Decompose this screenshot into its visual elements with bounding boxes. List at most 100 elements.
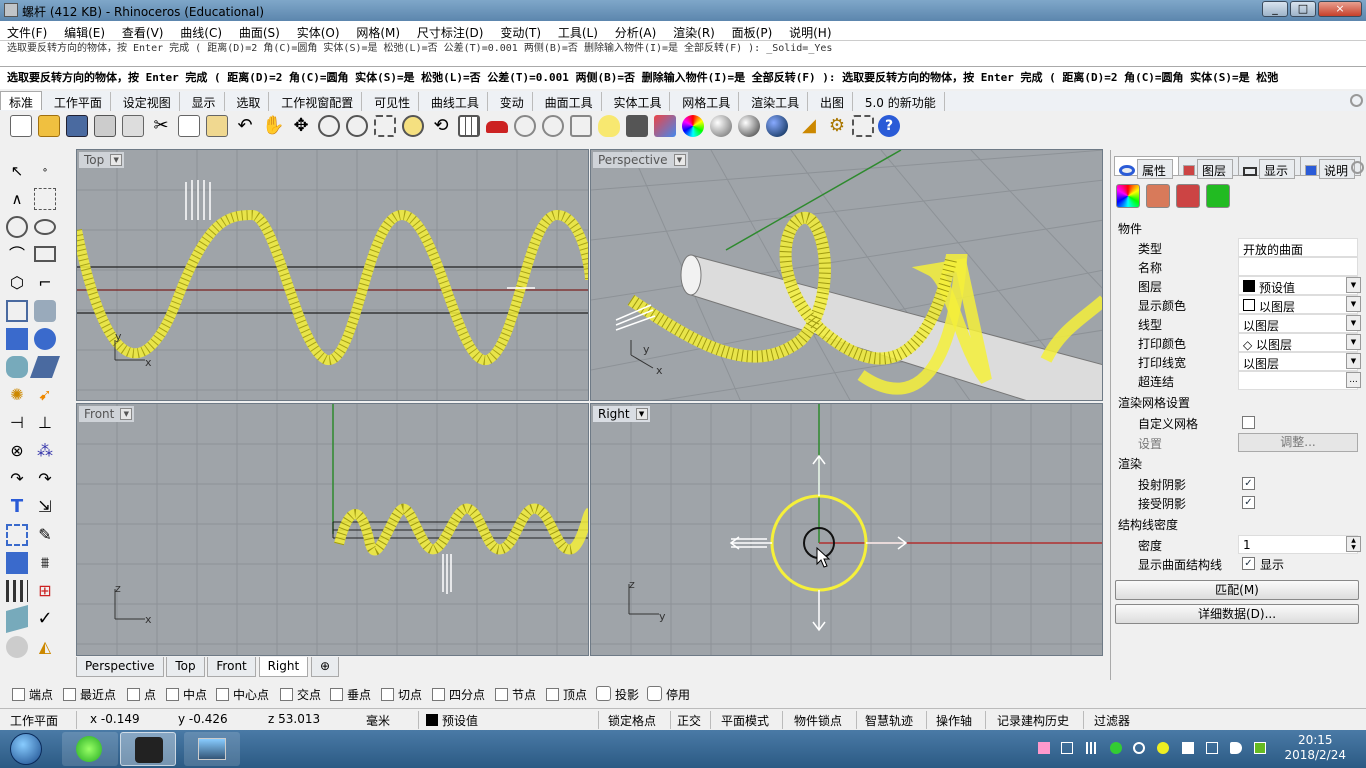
- new-file-icon[interactable]: [10, 115, 32, 137]
- sphere-solid-icon[interactable]: [34, 328, 56, 350]
- tab-solid-tools[interactable]: 实体工具: [605, 92, 671, 111]
- chamfer-icon[interactable]: ↷: [34, 468, 56, 490]
- help-icon[interactable]: ?: [878, 115, 900, 137]
- status-filter[interactable]: 过滤器: [1094, 712, 1130, 729]
- check-icon[interactable]: ✓: [34, 608, 56, 630]
- checkbox[interactable]: [546, 688, 559, 701]
- checkbox[interactable]: [381, 688, 394, 701]
- pan-hand-icon[interactable]: ✋: [262, 115, 284, 137]
- osnap-center[interactable]: 中心点: [216, 686, 269, 703]
- box-solid-icon[interactable]: [6, 328, 28, 350]
- split-icon[interactable]: ⊣: [6, 412, 28, 434]
- material-icon[interactable]: [1146, 184, 1170, 208]
- prop-value-display-color[interactable]: 以图层: [1238, 295, 1358, 314]
- prop-value-hyperlink[interactable]: [1238, 371, 1358, 390]
- start-button[interactable]: [2, 730, 50, 768]
- checkbox[interactable]: [280, 688, 293, 701]
- analyze-icon[interactable]: [6, 636, 28, 658]
- paint-icon[interactable]: ◭: [34, 636, 56, 658]
- status-layer[interactable]: 预设值: [442, 712, 478, 729]
- explode-icon[interactable]: ⁂: [34, 440, 56, 462]
- edit-icon[interactable]: ✎: [34, 524, 56, 546]
- select-arrow-icon[interactable]: ↖: [6, 160, 28, 182]
- ground-plane-icon[interactable]: ⩩: [34, 552, 56, 574]
- transform-arrow-icon[interactable]: ➹: [34, 384, 56, 406]
- car-named-view-icon[interactable]: [486, 121, 508, 133]
- dimension-icon[interactable]: [852, 115, 874, 137]
- taskbar-app-rhino[interactable]: [120, 732, 176, 766]
- match-button[interactable]: 匹配(M): [1115, 580, 1359, 600]
- menu-file[interactable]: 文件(F): [0, 21, 53, 41]
- prop-row-hyperlink[interactable]: 超连结...: [1116, 371, 1361, 390]
- tab-display[interactable]: 显示: [184, 92, 225, 111]
- checkbox[interactable]: [127, 688, 140, 701]
- prop-value-print-color[interactable]: ◇ 以图层: [1238, 333, 1358, 352]
- cast-shadows-checkbox[interactable]: ✓: [1242, 477, 1255, 490]
- tab-surface-tools[interactable]: 曲面工具: [537, 92, 602, 111]
- menu-curve[interactable]: 曲线(C): [173, 21, 228, 41]
- zoom-selected-icon[interactable]: [402, 115, 424, 137]
- tab-viewport-layout[interactable]: 工作视窗配置: [273, 92, 363, 111]
- color-wheel-icon[interactable]: [682, 115, 704, 137]
- gear-icon[interactable]: [1351, 161, 1364, 174]
- grid-snap-icon[interactable]: [542, 115, 564, 137]
- status-planar[interactable]: 平面模式: [721, 712, 769, 729]
- tab-render-tools[interactable]: 渲染工具: [743, 92, 809, 111]
- save-icon[interactable]: [66, 115, 88, 137]
- zoom-window-icon[interactable]: [346, 115, 368, 137]
- scale-icon[interactable]: ⇲: [34, 496, 56, 518]
- block-icon[interactable]: [6, 552, 28, 574]
- show-isocurves-checkbox[interactable]: ✓: [1242, 557, 1255, 570]
- polyline-icon[interactable]: ∧: [6, 188, 28, 210]
- group-icon[interactable]: [6, 524, 28, 546]
- vptab-front[interactable]: Front: [207, 657, 256, 677]
- tray-icon[interactable]: [1133, 742, 1145, 754]
- cut-icon[interactable]: ✂: [150, 115, 172, 137]
- import-icon[interactable]: [122, 115, 144, 137]
- menu-analyze[interactable]: 分析(A): [608, 21, 663, 41]
- undo-icon[interactable]: ↶: [234, 115, 256, 137]
- density-stepper[interactable]: ▲ ▼: [1346, 536, 1361, 552]
- panel-tab-properties[interactable]: 属性: [1114, 156, 1180, 179]
- prop-value-layer[interactable]: 预设值: [1238, 276, 1358, 295]
- status-smarttrack[interactable]: 智慧轨迹: [865, 712, 913, 729]
- prop-value-print-width[interactable]: 以图层: [1238, 352, 1358, 371]
- menu-dimension[interactable]: 尺寸标注(D): [410, 21, 490, 41]
- status-ortho[interactable]: 正交: [677, 712, 701, 729]
- tab-select[interactable]: 选取: [228, 92, 270, 111]
- paint-bucket-icon[interactable]: ◢: [798, 115, 820, 137]
- osnap-tan[interactable]: 切点: [381, 686, 422, 703]
- menu-tools[interactable]: 工具(L): [551, 21, 604, 41]
- density-input[interactable]: 1: [1238, 535, 1358, 554]
- osnap-point[interactable]: 点: [127, 686, 156, 703]
- chevron-down-icon[interactable]: ▼: [1346, 296, 1361, 312]
- chevron-down-icon[interactable]: ▼: [120, 408, 133, 420]
- boolean-union-icon[interactable]: ⊗: [6, 440, 28, 462]
- tab-new-in-v5[interactable]: 5.0 的新功能: [857, 92, 945, 111]
- menu-solid[interactable]: 实体(O): [290, 21, 346, 41]
- osnap-knot[interactable]: 节点: [495, 686, 536, 703]
- menu-transform[interactable]: 变动(T): [493, 21, 547, 41]
- menu-mesh[interactable]: 网格(M): [349, 21, 406, 41]
- checkbox[interactable]: [216, 688, 229, 701]
- menu-render[interactable]: 渲染(R): [666, 21, 721, 41]
- viewport-title-top[interactable]: Top ▼: [79, 152, 125, 168]
- checkbox[interactable]: [596, 686, 611, 701]
- chevron-down-icon[interactable]: ▼: [673, 154, 686, 166]
- open-folder-icon[interactable]: [38, 115, 60, 137]
- mesh-plane-icon[interactable]: [29, 356, 61, 378]
- select-filter-icon[interactable]: [570, 115, 592, 137]
- fillet-edge-icon[interactable]: ↷: [6, 468, 28, 490]
- vptab-perspective[interactable]: Perspective: [76, 657, 164, 677]
- status-osnap[interactable]: 物件锁点: [794, 712, 842, 729]
- light-bulb-icon[interactable]: [598, 115, 620, 137]
- text-tool-icon[interactable]: T: [6, 496, 28, 518]
- array-icon[interactable]: [6, 580, 28, 602]
- trim-icon[interactable]: ⊥: [34, 412, 56, 434]
- curve-fillet-icon[interactable]: ⌐: [34, 272, 56, 294]
- viewport-perspective[interactable]: y x Perspective ▼: [590, 149, 1103, 401]
- osnap-quad[interactable]: 四分点: [432, 686, 485, 703]
- rectangle-icon[interactable]: [34, 246, 56, 262]
- point-icon[interactable]: ∘: [34, 160, 56, 182]
- viewport-front[interactable]: z x Front ▼: [76, 403, 589, 656]
